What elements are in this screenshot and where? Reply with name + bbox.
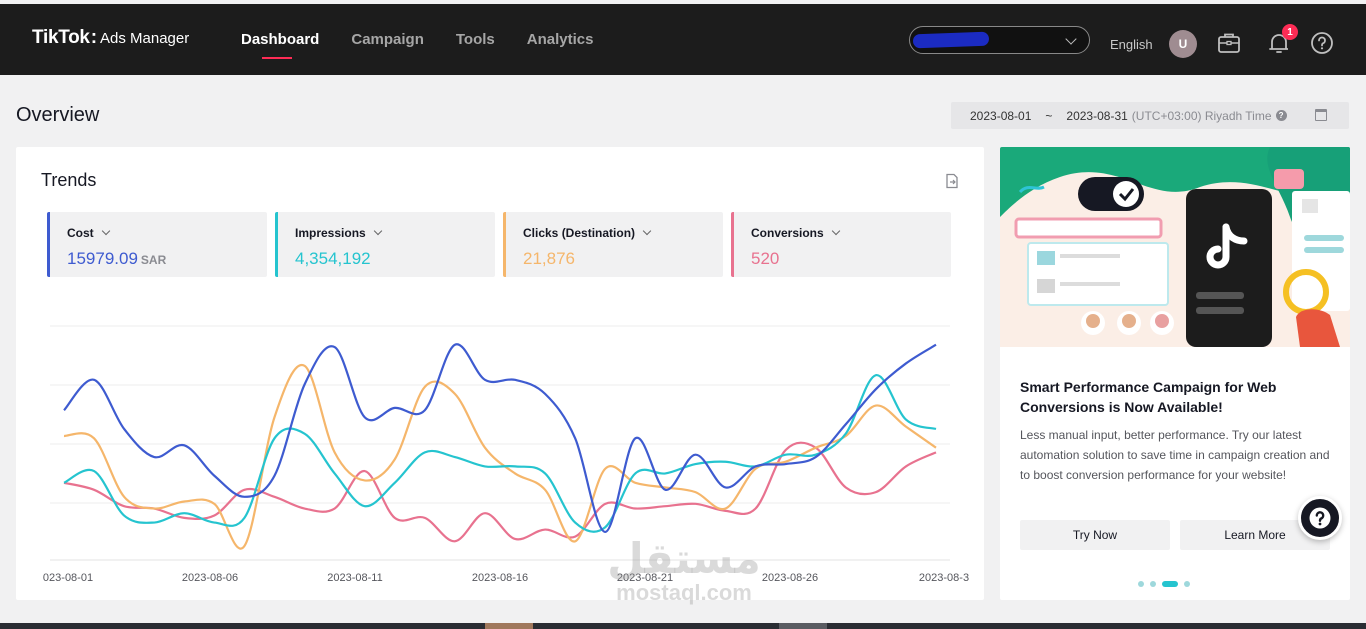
tiktok-ads-manager-logo[interactable]: TikTok : Ads Manager xyxy=(32,27,189,49)
nav-campaign[interactable]: Campaign xyxy=(351,31,424,48)
x-tick-label: 2023-08-06 xyxy=(182,572,238,584)
nav-dashboard[interactable]: Dashboard xyxy=(241,31,319,59)
carousel-indicator xyxy=(1138,581,1190,587)
series-line-conversions[interactable] xyxy=(63,441,937,543)
timezone-help-icon[interactable]: ? xyxy=(1275,110,1287,121)
help-icon xyxy=(1309,507,1331,529)
x-tick-label: 023-08-01 xyxy=(43,572,93,584)
nav-analytics[interactable]: Analytics xyxy=(527,31,594,48)
page-title: Overview xyxy=(16,104,100,126)
promo-description: Less manual input, better performance. T… xyxy=(1020,428,1330,482)
help-circle-icon[interactable] xyxy=(1309,30,1335,56)
logo-colon: : xyxy=(90,27,98,48)
logo-brand: TikTok xyxy=(32,27,90,48)
account-selector[interactable] xyxy=(909,26,1090,54)
timezone-label: (UTC+03:00) Riyadh Time xyxy=(1131,108,1272,123)
taskbar-item xyxy=(485,623,533,629)
x-tick-label: 2023-08-21 xyxy=(617,572,673,584)
nav-tools[interactable]: Tools xyxy=(456,31,495,48)
language-switcher[interactable]: English xyxy=(1110,37,1153,52)
x-tick-label: 2023-08-26 xyxy=(762,572,818,584)
redacted-account-name xyxy=(912,31,990,49)
x-tick-label: 2023-08-16 xyxy=(472,572,528,584)
avatar[interactable]: U xyxy=(1169,30,1197,58)
taskbar-strip xyxy=(0,623,1366,629)
x-tick-label: 2023-08-11 xyxy=(327,572,382,584)
carousel-dot[interactable] xyxy=(1184,581,1190,587)
taskbar-item xyxy=(779,623,827,629)
help-chat-button[interactable] xyxy=(1298,496,1342,540)
date-end: 2023-08-31 xyxy=(1066,108,1128,123)
promo-card: Smart Performance Campaign for Web Conve… xyxy=(1000,147,1350,600)
trends-line-chart[interactable]: 023-08-01 2023-08-06 2023-08-11 2023-08-16 2… xyxy=(16,147,984,600)
date-separator: ~ xyxy=(1045,108,1053,123)
date-start: 2023-08-01 xyxy=(970,108,1032,123)
promo-title: Smart Performance Campaign for Web Conve… xyxy=(1020,379,1277,415)
series-line-clicks-destination[interactable] xyxy=(63,363,937,550)
x-tick-label: 2023-08-3 xyxy=(919,572,969,584)
trends-card: Trends Cost 15979.09 SAR Impressions 4,35… xyxy=(16,147,984,600)
date-range-picker[interactable]: 2023-08-01 ~ 2023-08-31 (UTC+03:00) Riya… xyxy=(951,102,1349,129)
carousel-dot[interactable] xyxy=(1150,581,1156,587)
calendar-icon[interactable] xyxy=(1315,109,1327,121)
notification-badge: 1 xyxy=(1282,24,1298,40)
top-navigation-bar: TikTok : Ads Manager Dashboard Campaign … xyxy=(0,4,1366,75)
briefcase-icon[interactable] xyxy=(1216,30,1242,56)
try-now-button[interactable]: Try Now xyxy=(1020,520,1170,550)
promo-illustration xyxy=(1000,147,1350,347)
chevron-down-icon xyxy=(1065,33,1077,45)
carousel-dot-active[interactable] xyxy=(1162,581,1178,587)
main-nav: Dashboard Campaign Tools Analytics xyxy=(241,31,594,59)
carousel-dot[interactable] xyxy=(1138,581,1144,587)
logo-product: Ads Manager xyxy=(100,30,190,47)
series-line-cost[interactable] xyxy=(63,343,937,534)
